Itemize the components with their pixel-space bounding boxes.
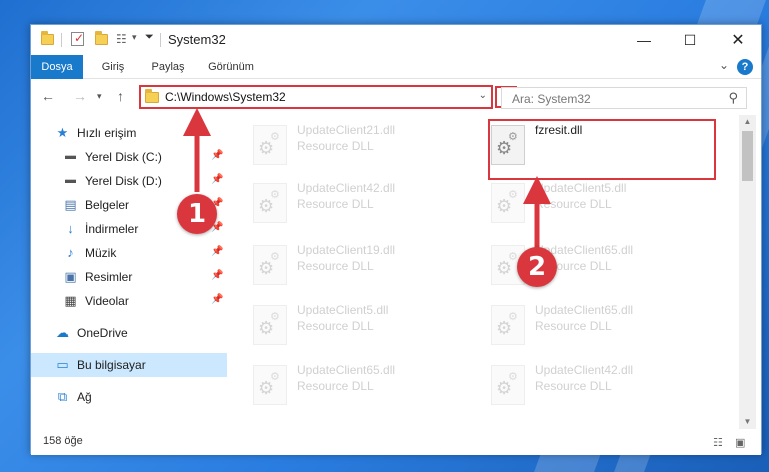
step-1-badge: 1 (177, 194, 217, 234)
annotation-arrow-1 (183, 108, 551, 250)
step-2-badge: 2 (517, 247, 557, 287)
